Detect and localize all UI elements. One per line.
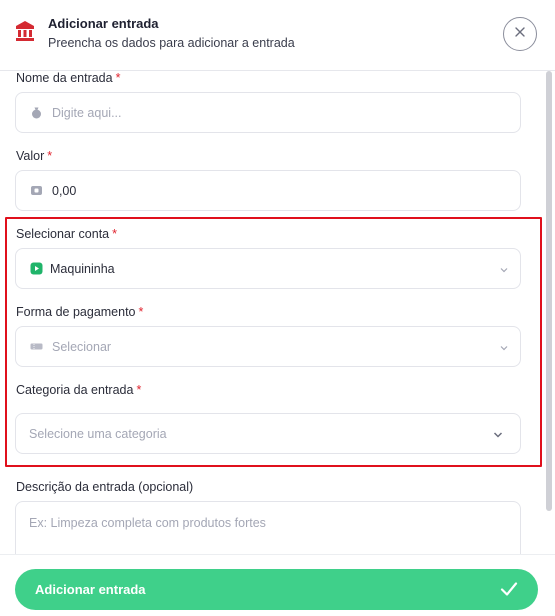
category-placeholder: Selecione uma categoria	[29, 427, 167, 441]
chevron-down-icon	[498, 263, 510, 275]
form-content[interactable]: Nome da entrada * Digite aqui... Valor * 0…	[0, 71, 545, 554]
account-select[interactable]: Maquininha	[15, 248, 521, 289]
bank-icon	[15, 20, 35, 42]
required-mark: *	[112, 227, 117, 241]
add-entry-button[interactable]: Adicionar entrada	[15, 569, 538, 610]
payment-label: Forma de pagamento *	[16, 305, 144, 319]
account-label: Selecionar conta *	[16, 227, 117, 241]
description-textarea[interactable]: Ex: Limpeza completa com produtos fortes	[15, 501, 521, 554]
value-input[interactable]: 0,00	[15, 170, 521, 211]
category-label: Categoria da entrada *	[16, 383, 142, 397]
required-mark: *	[138, 305, 144, 319]
payment-select[interactable]: Selecionar	[15, 326, 521, 367]
account-logo-icon	[30, 262, 43, 275]
required-mark: *	[115, 71, 121, 85]
required-mark: *	[47, 149, 53, 163]
chevron-down-icon	[498, 341, 510, 353]
value-text: 0,00	[52, 184, 77, 198]
name-placeholder: Digite aqui...	[52, 106, 122, 120]
required-mark: *	[136, 383, 142, 397]
modal-header: Adicionar entrada Preencha os dados para…	[0, 0, 555, 71]
name-label: Nome da entrada *	[16, 71, 121, 85]
currency-icon	[30, 184, 43, 197]
description-placeholder: Ex: Limpeza completa com produtos fortes	[29, 516, 266, 530]
value-label: Valor *	[16, 149, 53, 163]
payment-placeholder: Selecionar	[52, 340, 112, 354]
add-entry-label: Adicionar entrada	[35, 582, 146, 597]
close-icon	[514, 25, 526, 43]
name-input[interactable]: Digite aqui...	[15, 92, 521, 133]
modal-title: Adicionar entrada	[48, 16, 159, 31]
scrollbar[interactable]	[546, 71, 552, 511]
close-button[interactable]	[503, 17, 537, 51]
check-icon	[500, 580, 518, 598]
modal-footer: Adicionar entrada	[0, 554, 555, 616]
description-label: Descrição da entrada (opcional)	[16, 480, 194, 494]
category-select[interactable]: Selecione uma categoria	[15, 413, 521, 454]
modal-subtitle: Preencha os dados para adicionar a entra…	[48, 36, 295, 50]
account-value: Maquininha	[50, 262, 115, 276]
money-bag-icon	[30, 106, 43, 119]
ticket-icon	[30, 340, 43, 353]
chevron-down-icon	[492, 428, 504, 440]
